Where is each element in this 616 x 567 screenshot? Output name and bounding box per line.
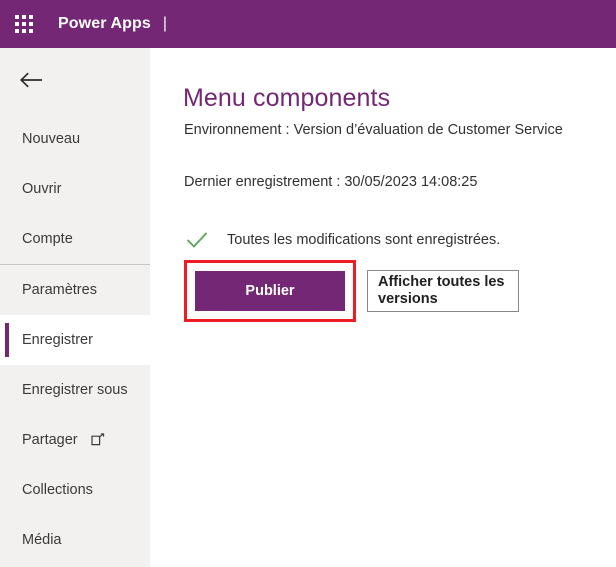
sidebar-item-label: Compte — [22, 231, 73, 247]
sidebar-item-enregistrer[interactable]: Enregistrer — [0, 315, 150, 365]
waffle-dot — [15, 15, 19, 19]
sidebar-item-enregistrer-sous[interactable]: Enregistrer sous — [0, 365, 150, 415]
sidebar-item-partager[interactable]: Partager — [0, 415, 150, 465]
back-arrow-icon[interactable] — [10, 60, 54, 100]
backstage-sidebar: Nouveau Ouvrir Compte Paramètres Enregis… — [0, 48, 150, 567]
power-apps-backstage-screen: Power Apps | Nouveau Ouvrir Compte Param… — [0, 0, 616, 567]
environment-label: Environnement : Version d’évaluation de … — [184, 122, 563, 138]
sidebar-item-label: Paramètres — [22, 282, 97, 298]
sidebar-item-ouvrir[interactable]: Ouvrir — [0, 164, 150, 214]
waffle-dot — [22, 29, 26, 33]
sidebar-item-nouveau[interactable]: Nouveau — [0, 114, 150, 164]
sidebar-item-label: Partager — [22, 432, 78, 448]
sidebar-item-label: Collections — [22, 482, 93, 498]
publish-button[interactable]: Publier — [195, 271, 345, 311]
publish-button-highlight-annotation: Publier — [184, 260, 356, 322]
page-title: Menu components — [183, 84, 391, 112]
brand-name[interactable]: Power Apps — [58, 15, 151, 33]
external-link-icon — [91, 433, 105, 447]
waffle-dot — [15, 22, 19, 26]
brand-separator: | — [162, 15, 168, 32]
action-button-row: Publier Afficher toutes les versions — [184, 260, 519, 322]
suite-header-bar: Power Apps | — [0, 0, 616, 48]
sidebar-item-label: Ouvrir — [22, 181, 62, 197]
green-checkmark-icon — [184, 227, 210, 253]
sidebar-item-collections[interactable]: Collections — [0, 465, 150, 515]
save-status-text: Toutes les modifications sont enregistré… — [227, 232, 501, 248]
waffle-dot — [29, 15, 33, 19]
sidebar-item-label: Enregistrer — [22, 332, 93, 348]
sidebar-item-compte[interactable]: Compte — [0, 214, 150, 264]
save-status-row: Toutes les modifications sont enregistré… — [184, 227, 500, 253]
last-saved-label: Dernier enregistrement : 30/05/2023 14:0… — [184, 174, 478, 190]
waffle-dot — [22, 22, 26, 26]
sidebar-item-media[interactable]: Média — [0, 515, 150, 565]
waffle-dot — [29, 22, 33, 26]
waffle-dot — [22, 15, 26, 19]
sidebar-item-label: Enregistrer sous — [22, 382, 128, 398]
waffle-dot — [29, 29, 33, 33]
backstage-menu-list: Nouveau Ouvrir Compte Paramètres Enregis… — [0, 114, 150, 565]
sidebar-item-label: Média — [22, 532, 62, 548]
show-all-versions-button[interactable]: Afficher toutes les versions — [367, 270, 519, 312]
sidebar-item-label: Nouveau — [22, 131, 81, 147]
waffle-dot — [15, 29, 19, 33]
sidebar-item-parametres[interactable]: Paramètres — [0, 265, 150, 315]
app-launcher-waffle-icon[interactable] — [13, 13, 35, 35]
save-pane: Menu components Environnement : Version … — [150, 48, 616, 567]
